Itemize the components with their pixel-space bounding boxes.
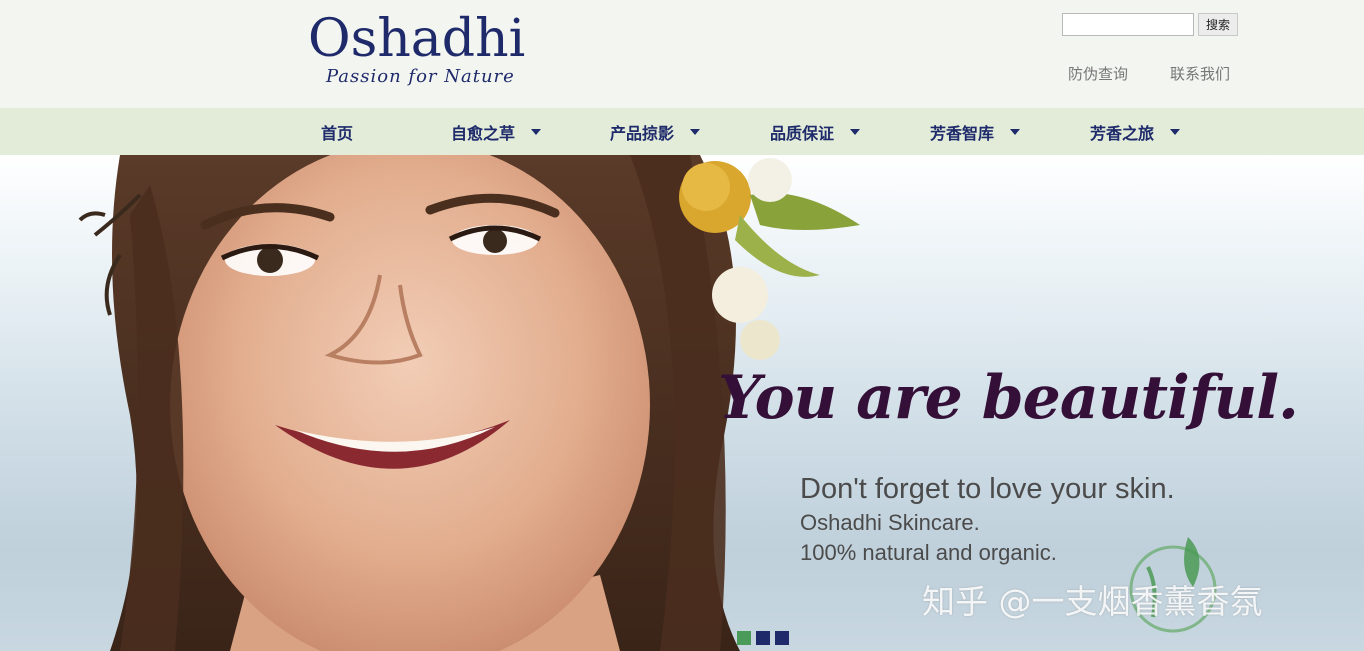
main-nav: 首页 自愈之草 产品掠影 品质保证 芳香智库 芳香之旅: [0, 108, 1364, 155]
hero-headline: You are beautiful.: [718, 363, 1299, 433]
chevron-down-icon: [1170, 128, 1181, 135]
nav-item-aroma-journey[interactable]: 芳香之旅: [1090, 108, 1181, 155]
nav-item-label: 芳香智库: [930, 123, 995, 143]
nav-item-products[interactable]: 产品掠影: [610, 108, 701, 155]
site-header: Oshadhi Passion for Nature 搜索 防伪查询 联系我们: [0, 0, 1364, 108]
nav-item-self-healing-herbs[interactable]: 自愈之草: [451, 108, 542, 155]
search-form: 搜索: [1062, 13, 1238, 37]
nav-item-aroma-library[interactable]: 芳香智库: [930, 108, 1021, 155]
chevron-down-icon: [850, 128, 861, 135]
logo-tagline: Passion for Nature: [326, 66, 515, 87]
hero-subline-1: Don't forget to love your skin.: [800, 473, 1175, 505]
carousel-dot[interactable]: [775, 631, 789, 645]
carousel-dots: [737, 631, 789, 645]
nav-item-quality[interactable]: 品质保证: [770, 108, 861, 155]
site-logo[interactable]: Oshadhi Passion for Nature: [308, 8, 538, 98]
chevron-down-icon: [531, 128, 542, 135]
search-input[interactable]: [1062, 13, 1194, 36]
nav-item-label: 首页: [321, 123, 354, 143]
logo-title: Oshadhi: [308, 9, 526, 69]
chevron-down-icon: [1010, 128, 1021, 135]
nav-item-label: 品质保证: [770, 123, 835, 143]
search-button[interactable]: 搜索: [1198, 13, 1238, 36]
top-links: 防伪查询 联系我们: [1068, 63, 1230, 84]
contact-us-link[interactable]: 联系我们: [1170, 63, 1230, 84]
chevron-down-icon: [690, 128, 701, 135]
carousel-dot[interactable]: [756, 631, 770, 645]
hero-subline-2: Oshadhi Skincare.: [800, 510, 980, 535]
watermark-text: 知乎 @一支烟香薰香氛: [922, 582, 1263, 621]
anti-counterfeit-link[interactable]: 防伪查询: [1068, 63, 1128, 84]
nav-item-label: 自愈之草: [451, 123, 516, 143]
carousel-dot[interactable]: [737, 631, 751, 645]
hero-subline-3: 100% natural and organic.: [800, 540, 1057, 565]
nav-item-label: 芳香之旅: [1090, 123, 1155, 143]
nav-item-home[interactable]: 首页: [321, 108, 353, 155]
nav-item-label: 产品掠影: [610, 123, 675, 143]
hero-banner[interactable]: You are beautiful. Don't forget to love …: [0, 155, 1364, 651]
